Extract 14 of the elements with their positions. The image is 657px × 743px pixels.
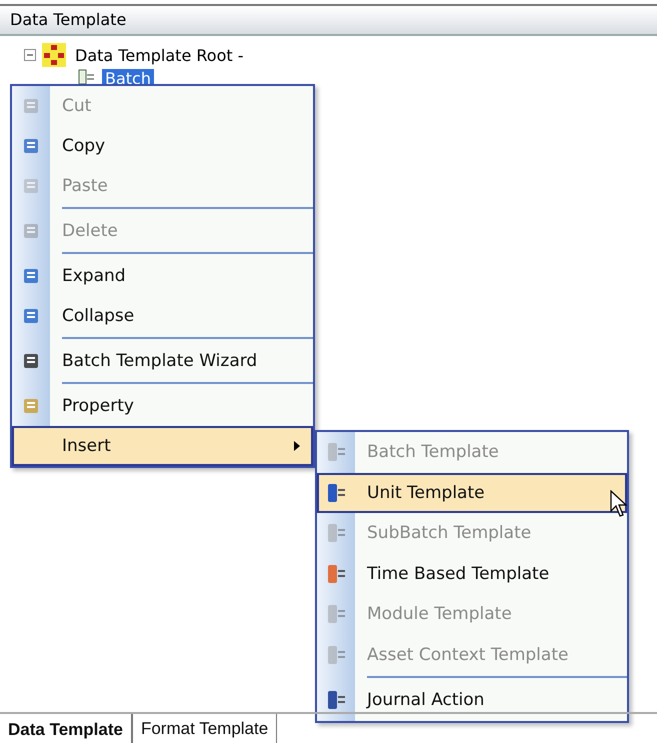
menu-item[interactable]: Unit Template [317, 472, 627, 513]
menu-item[interactable]: Insert [12, 426, 313, 466]
panel-title: Data Template [10, 10, 126, 29]
menu-item[interactable]: Journal Action [317, 680, 627, 720]
menu-item[interactable]: Expand [12, 256, 313, 296]
menu-item[interactable]: Collapse [12, 296, 313, 336]
menu-item[interactable]: Time Based Template [317, 554, 627, 594]
menu-item[interactable]: Batch Template Wizard [12, 341, 313, 381]
menu-item[interactable]: Property [12, 386, 313, 426]
hierarchy-icon [42, 43, 66, 67]
tab[interactable]: Format Template [132, 714, 278, 743]
menu-item[interactable]: Copy [12, 126, 313, 166]
collapse-toggle-icon[interactable] [24, 49, 36, 61]
tree-node[interactable]: Data Template Root - [72, 46, 246, 64]
